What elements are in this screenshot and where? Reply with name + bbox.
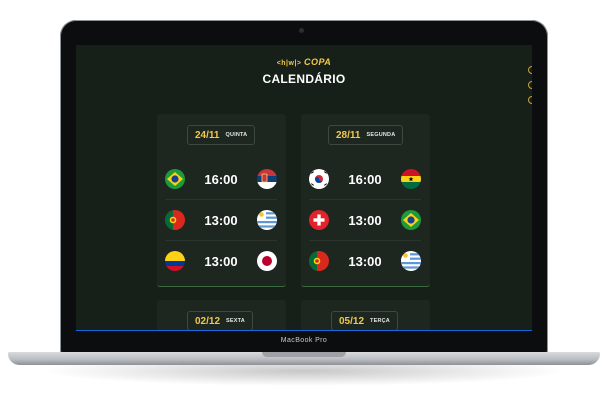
portugal-flag-icon [165, 210, 185, 230]
divider [309, 240, 421, 241]
divider [309, 199, 421, 200]
logo-prefix: <h|w|> [276, 60, 302, 67]
match-row[interactable]: 13:00 [165, 244, 277, 278]
uruguay-flag-icon [257, 210, 277, 230]
date-badge: 02/12 SEXTA [187, 311, 253, 331]
match-date: 24/11 [195, 129, 220, 141]
uruguay-flag-icon [401, 251, 421, 271]
colombia-flag-icon [165, 251, 185, 271]
match-time: 16:00 [348, 171, 382, 187]
match-weekday: QUINTA [225, 132, 248, 138]
laptop-notch [262, 352, 346, 357]
serbia-flag-icon [257, 169, 277, 189]
date-badge: 24/11 QUINTA [187, 125, 256, 145]
app-screen: <h|w|> COPA CALENDÁRIO 24/11 QUINTA 16:0… [76, 45, 532, 331]
match-weekday: SEXTA [226, 318, 245, 324]
match-row[interactable]: 16:00 [165, 162, 277, 196]
match-row[interactable]: 13:00 [165, 203, 277, 237]
ghana-flag-icon [401, 169, 421, 189]
camera-icon [299, 28, 304, 33]
match-weekday: SEGUNDA [366, 132, 396, 138]
match-date: 05/12 [339, 315, 365, 327]
copa-logo[interactable]: <h|w|> COPA [76, 57, 532, 67]
match-day-card: 24/11 QUINTA 16:00 13:00 13:00 [157, 114, 286, 287]
page-title: CALENDÁRIO [262, 72, 346, 86]
match-time: 13:00 [204, 253, 238, 269]
divider [165, 199, 277, 200]
match-weekday: TERÇA [370, 318, 390, 324]
match-row[interactable]: 13:00 [309, 244, 421, 278]
match-row[interactable]: 13:00 [309, 203, 421, 237]
match-time: 13:00 [348, 253, 382, 269]
portugal-flag-icon [309, 251, 329, 271]
switzerland-flag-icon [309, 210, 329, 230]
logo-text: COPA [303, 57, 332, 67]
page-dot[interactable] [528, 66, 532, 74]
match-time: 16:00 [204, 171, 238, 187]
date-badge: 28/11 SEGUNDA [328, 125, 404, 145]
match-time: 13:00 [348, 212, 382, 228]
brazil-flag-icon [401, 210, 421, 230]
page-dot[interactable] [528, 81, 532, 89]
match-date: 28/11 [336, 129, 361, 141]
japan-flag-icon [257, 251, 277, 271]
page-dot[interactable] [528, 96, 532, 104]
match-date: 02/12 [195, 315, 221, 327]
page-indicator[interactable] [528, 66, 532, 111]
match-day-card: 05/12 TERÇA [301, 300, 430, 331]
device-label: MacBook Pro [280, 337, 328, 344]
brazil-flag-icon [165, 169, 185, 189]
match-day-card: 28/11 SEGUNDA 16:00 13:00 13:00 [301, 114, 430, 287]
south-korea-flag-icon [309, 169, 329, 189]
match-day-card: 02/12 SEXTA [157, 300, 286, 331]
match-row[interactable]: 16:00 [309, 162, 421, 196]
match-time: 13:00 [204, 212, 238, 228]
date-badge: 05/12 TERÇA [331, 311, 398, 331]
divider [165, 240, 277, 241]
